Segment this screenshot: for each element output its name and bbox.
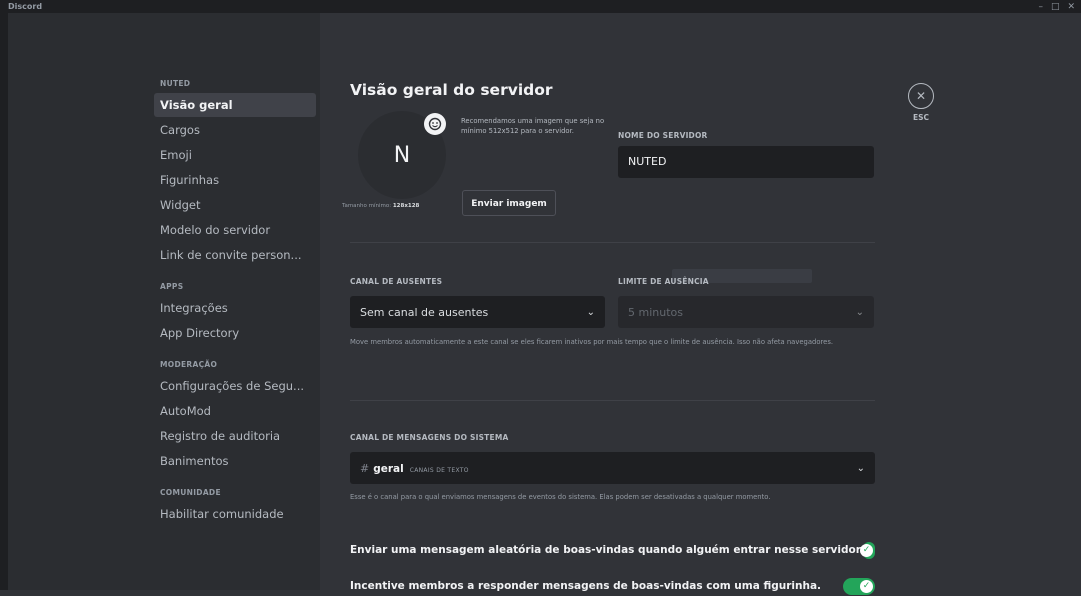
close-circle-icon[interactable]: ✕ <box>908 83 934 109</box>
sidebar-item-safety-setup[interactable]: Configurações de Segu... <box>154 374 316 398</box>
sticker-reply-toggle-row: Incentive membros a responder mensagens … <box>350 576 875 596</box>
upload-image-button[interactable]: Enviar imagem <box>462 190 556 216</box>
afk-channel-select[interactable]: Sem canal de ausentes ⌄ <box>350 296 605 328</box>
system-channel-help-text: Esse é o canal para o qual enviamos mens… <box>350 493 771 501</box>
afk-timeout-select[interactable]: 5 minutos ⌄ <box>618 296 874 328</box>
sidebar-section-community: COMUNIDADE <box>160 488 221 497</box>
avatar-min-size: Tamanho mínimo: 128x128 <box>342 203 420 209</box>
settings-sidebar: NUTED Visão geral Cargos Emoji Figurinha… <box>8 13 320 590</box>
welcome-message-toggle-label: Enviar uma mensagem aleatória de boas-vi… <box>350 544 864 556</box>
sidebar-item-enable-community[interactable]: Habilitar comunidade <box>154 502 316 526</box>
sidebar-item-automod[interactable]: AutoMod <box>154 399 316 423</box>
window-left-edge <box>0 0 8 590</box>
window-controls: – □ ✕ <box>1038 2 1081 12</box>
system-channel-select[interactable]: # geral CANAIS DE TEXTO ⌄ <box>350 452 875 484</box>
sidebar-item-integrations[interactable]: Integrações <box>154 296 316 320</box>
page-title: Visão geral do servidor <box>350 81 553 99</box>
sidebar-item-bans[interactable]: Banimentos <box>154 449 316 473</box>
sidebar-nav: NUTED Visão geral Cargos Emoji Figurinha… <box>154 79 316 527</box>
afk-help-text: Move membros automaticamente a este cana… <box>350 338 834 346</box>
sidebar-item-overview[interactable]: Visão geral <box>154 93 316 117</box>
close-settings-button[interactable]: ✕ ESC <box>904 83 938 122</box>
welcome-message-toggle-row: Enviar uma mensagem aleatória de boas-vi… <box>350 540 875 560</box>
emoji-add-icon[interactable] <box>424 113 446 135</box>
divider <box>350 400 875 401</box>
sticker-reply-toggle[interactable]: ✓ <box>843 577 875 595</box>
sticker-reply-toggle-label: Incentive membros a responder mensagens … <box>350 580 822 592</box>
afk-timeout-label: LIMITE DE AUSÊNCIA <box>618 277 709 286</box>
sidebar-item-audit-log[interactable]: Registro de auditoria <box>154 424 316 448</box>
chevron-down-icon: ⌄ <box>855 306 864 318</box>
chevron-down-icon: ⌄ <box>856 462 865 474</box>
sidebar-item-emoji[interactable]: Emoji <box>154 143 316 167</box>
avatar-letter: N <box>393 142 411 168</box>
check-icon: ✓ <box>860 543 873 557</box>
image-recommendation-text: Recomendamos uma imagem que seja no míni… <box>461 117 605 135</box>
sidebar-section-server: NUTED <box>160 79 191 88</box>
esc-label: ESC <box>912 113 930 122</box>
system-channel-type: CANAIS DE TEXTO <box>409 466 469 474</box>
system-channel-name: geral <box>373 462 404 475</box>
close-window-icon[interactable]: ✕ <box>1067 2 1075 12</box>
settings-content: Visão geral do servidor N Tamanho mínimo… <box>320 13 1081 595</box>
sidebar-item-stickers[interactable]: Figurinhas <box>154 168 316 192</box>
maximize-icon[interactable]: □ <box>1051 2 1060 12</box>
check-icon: ✓ <box>860 579 873 593</box>
minimize-icon[interactable]: – <box>1038 2 1043 12</box>
chevron-down-icon: ⌄ <box>586 306 595 318</box>
sidebar-item-vanity-url[interactable]: Link de convite person... <box>154 243 316 267</box>
sidebar-item-app-directory[interactable]: App Directory <box>154 321 316 345</box>
sidebar-item-roles[interactable]: Cargos <box>154 118 316 142</box>
sidebar-section-moderation: MODERAÇÃO <box>160 360 218 369</box>
app-title: Discord <box>8 2 43 11</box>
title-bar: Discord – □ ✕ <box>0 0 1081 13</box>
sidebar-section-apps: APPS <box>160 282 184 291</box>
server-name-label: NOME DO SERVIDOR <box>618 131 708 140</box>
text-channel-icon: # <box>360 461 370 475</box>
welcome-message-toggle[interactable]: ✓ <box>860 541 875 559</box>
sidebar-item-server-template[interactable]: Modelo do servidor <box>154 218 316 242</box>
system-channel-label: CANAL DE MENSAGENS DO SISTEMA <box>350 433 509 442</box>
server-name-input[interactable]: NUTED <box>618 146 874 178</box>
sidebar-item-widget[interactable]: Widget <box>154 193 316 217</box>
divider <box>350 242 875 243</box>
afk-channel-label: CANAL DE AUSENTES <box>350 277 443 286</box>
